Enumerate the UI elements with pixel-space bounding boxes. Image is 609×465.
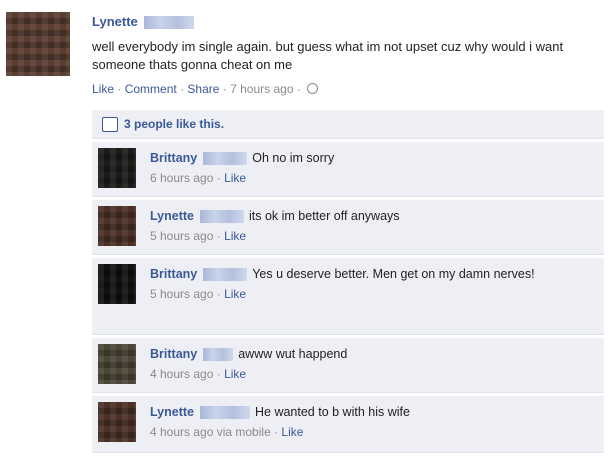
commenter-avatar[interactable] (98, 402, 136, 442)
comment-meta: 5 hours ago · Like (150, 287, 247, 301)
post-author-name[interactable]: Lynette (92, 14, 138, 29)
comment-body: Brittany Yes u deserve better. Men get on… (150, 266, 590, 303)
comment-text: its ok im better off anyways (249, 209, 400, 223)
separator: · (117, 82, 125, 96)
comment-text: awww wut happend (238, 347, 348, 361)
comment-item: Brittany awww wut happend 4 hours ago · L… (92, 338, 604, 393)
redacted-surname (200, 210, 244, 224)
comment-link[interactable]: Comment (125, 82, 177, 96)
comment-timestamp[interactable]: 5 hours ago (150, 287, 213, 301)
comment-body: Brittany awww wut happend 4 hours ago · L… (150, 346, 590, 383)
comment-item: Brittany Oh no im sorry 6 hours ago · Lik… (92, 142, 604, 197)
redacted-surname (203, 152, 248, 166)
redacted-surname (143, 16, 194, 30)
post-author-row: Lynette (92, 14, 199, 30)
comment-author[interactable]: Brittany (150, 151, 197, 165)
comment-author[interactable]: Brittany (150, 267, 197, 281)
comment-timestamp[interactable]: 6 hours ago (150, 171, 213, 185)
comment-author[interactable]: Brittany (150, 347, 197, 361)
post-text: well everybody im single again. but gues… (92, 39, 564, 72)
commenter-avatar[interactable] (98, 206, 136, 246)
author-avatar[interactable] (6, 12, 70, 76)
comment-like-link[interactable]: Like (224, 229, 246, 243)
comment-meta: 4 hours ago via mobile · Like (150, 425, 304, 439)
comment-text: Yes u deserve better. Men get on my damn… (252, 267, 535, 281)
redacted-surname (203, 268, 248, 282)
comment-like-link[interactable]: Like (281, 425, 303, 439)
comment-meta: 6 hours ago · Like (150, 171, 247, 185)
comment-like-link[interactable]: Like (224, 367, 246, 381)
comment-author[interactable]: Lynette (150, 405, 194, 419)
comment-timestamp[interactable]: 4 hours ago (150, 367, 213, 381)
comment-like-link[interactable]: Like (224, 287, 246, 301)
comment-author[interactable]: Lynette (150, 209, 194, 223)
comment-item: Lynette He wanted to b with his wife 4 ho… (92, 396, 604, 453)
comment-body: Lynette He wanted to b with his wife 4 ho… (150, 404, 590, 441)
likes-count-link[interactable]: 3 people like this. (124, 117, 224, 131)
comment-timestamp[interactable]: 4 hours ago via mobile (150, 425, 271, 439)
comment-item: Brittany Yes u deserve better. Men get on… (92, 258, 604, 335)
redacted-surname (203, 348, 234, 362)
share-link[interactable]: Share (187, 82, 219, 96)
separator: · (296, 82, 305, 96)
comment-body: Brittany Oh no im sorry 6 hours ago · Lik… (150, 150, 590, 187)
facebook-post: Lynette well everybody im single again. … (0, 0, 609, 465)
post-actions: Like · Comment · Share · 7 hours ago · (92, 82, 319, 96)
comment-text: Oh no im sorry (252, 151, 335, 165)
comment-item: Lynette its ok im better off anyways 5 ho… (92, 200, 604, 255)
commenter-avatar[interactable] (98, 264, 136, 304)
thumbs-up-icon (102, 117, 118, 132)
redacted-surname (200, 406, 250, 420)
comment-timestamp[interactable]: 5 hours ago (150, 229, 213, 243)
comment-body: Lynette its ok im better off anyways 5 ho… (150, 208, 590, 245)
comment-like-link[interactable]: Like (224, 171, 246, 185)
like-link[interactable]: Like (92, 82, 114, 96)
globe-icon (307, 83, 319, 94)
post-timestamp[interactable]: 7 hours ago (230, 82, 293, 96)
comment-text: He wanted to b with his wife (255, 405, 410, 419)
commenter-avatar[interactable] (98, 344, 136, 384)
commenter-avatar[interactable] (98, 148, 136, 188)
comment-meta: 4 hours ago · Like (150, 367, 247, 381)
comment-meta: 5 hours ago · Like (150, 229, 247, 243)
likes-summary: 3 people like this. (92, 110, 604, 139)
